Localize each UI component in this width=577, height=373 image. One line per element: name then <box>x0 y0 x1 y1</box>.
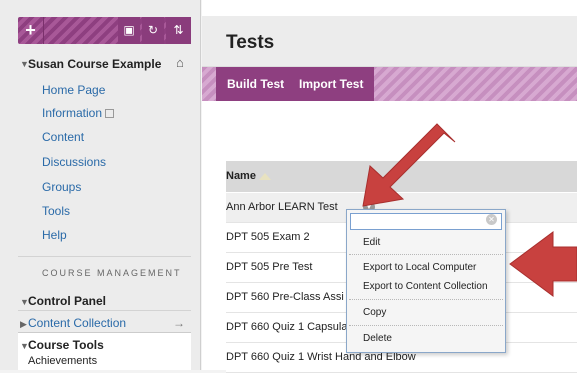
arrow-pointing-chevron <box>362 123 456 207</box>
annotation-arrows <box>362 123 577 297</box>
arrow-pointing-export <box>509 231 577 297</box>
